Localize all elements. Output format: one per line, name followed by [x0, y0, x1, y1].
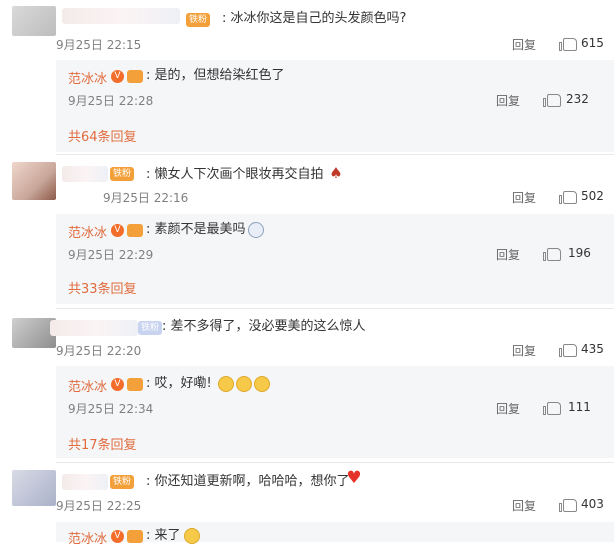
- thumbs-up-icon[interactable]: [543, 402, 561, 415]
- reply-button[interactable]: 回复: [512, 497, 536, 514]
- avatar[interactable]: [12, 470, 56, 506]
- reply-author[interactable]: 范冰冰: [68, 528, 107, 547]
- thumbs-up-icon[interactable]: [559, 38, 577, 51]
- reply-time: 9月25日 22:28: [68, 94, 154, 108]
- comment-4: 铁粉 : 你还知道更新啊，哈哈哈，想你了 ♥ 9月25日 22:25 回复 40…: [0, 466, 614, 547]
- thumbs-up-icon[interactable]: [543, 248, 561, 261]
- reply-text: : 来了: [146, 528, 181, 543]
- heart-emoji-icon: ♥: [346, 468, 362, 488]
- v-icon: V: [111, 378, 124, 391]
- thumbs-up-icon[interactable]: [543, 94, 561, 107]
- reply-button[interactable]: 回复: [496, 400, 520, 417]
- like-count: 196: [568, 246, 591, 260]
- laughing-emoji-icon: [254, 376, 270, 392]
- divider: [56, 154, 614, 155]
- devil-emoji-icon: ♠: [329, 164, 343, 182]
- crown-icon: [127, 378, 143, 391]
- like-count: 403: [581, 497, 604, 511]
- like-count: 615: [581, 36, 604, 50]
- like-count: 435: [581, 342, 604, 356]
- comment-text: : 懒女人下次画个眼妆再交自拍: [146, 167, 324, 182]
- reply-author[interactable]: 范冰冰: [68, 376, 107, 395]
- fan-badge: 铁粉: [186, 13, 211, 27]
- reply-text: : 是的，但想给染红色了: [146, 68, 285, 83]
- reply-button[interactable]: 回复: [512, 342, 536, 359]
- crown-icon: [127, 530, 143, 543]
- crown-icon: [127, 224, 143, 237]
- avatar[interactable]: [12, 162, 56, 200]
- comment-time: 9月25日 22:20: [56, 344, 142, 358]
- comment-time: 9月25日 22:25: [56, 499, 142, 513]
- thumbs-up-icon[interactable]: [559, 191, 577, 204]
- reply-author[interactable]: 范冰冰: [68, 68, 107, 87]
- username-blurred[interactable]: [62, 8, 180, 24]
- shocked-emoji-icon: [248, 222, 264, 238]
- reply-button[interactable]: 回复: [512, 36, 536, 53]
- laughing-emoji-icon: [236, 376, 252, 392]
- more-replies-link[interactable]: 共33条回复: [68, 278, 137, 297]
- fan-badge: 铁粉: [110, 475, 135, 489]
- reply-time: 9月25日 22:29: [68, 248, 154, 262]
- like-count: 232: [566, 92, 589, 106]
- v-icon: V: [111, 70, 124, 83]
- v-icon: V: [111, 530, 124, 543]
- username-blurred[interactable]: [62, 166, 108, 182]
- reply-box: 范冰冰 V : 是的，但想给染红色了 9月25日 22:28 回复 232 共6…: [56, 60, 614, 152]
- reply-text: : 素颜不是最美吗: [146, 222, 246, 237]
- comment-3: 铁粉 : 差不多得了，没必要美的这么惊人 9月25日 22:20 回复 435 …: [0, 312, 614, 460]
- fan-badge: 铁粉: [110, 167, 135, 181]
- comment-text: : 冰冰你这是自己的头发颜色吗?: [222, 11, 407, 26]
- reply-text: : 哎，好嘞!: [146, 376, 212, 391]
- comment-1: 铁粉 : 冰冰你这是自己的头发颜色吗? 9月25日 22:15 回复 615 范…: [0, 0, 614, 152]
- reply-author[interactable]: 范冰冰: [68, 222, 107, 241]
- reply-box: 范冰冰 V : 来了: [56, 522, 614, 547]
- more-replies-link[interactable]: 共17条回复: [68, 434, 137, 453]
- comment-text: : 差不多得了，没必要美的这么惊人: [162, 319, 366, 334]
- divider: [56, 462, 614, 463]
- crown-icon: [127, 70, 143, 83]
- like-count: 111: [568, 400, 591, 414]
- comment-time: 9月25日 22:16: [103, 191, 189, 205]
- reply-box: 范冰冰 V : 素颜不是最美吗 9月25日 22:29 回复 196 共33条回…: [56, 214, 614, 304]
- comment-time: 9月25日 22:15: [56, 38, 142, 52]
- like-count: 502: [581, 189, 604, 203]
- thumbs-up-icon[interactable]: [559, 344, 577, 357]
- reply-button[interactable]: 回复: [496, 92, 520, 109]
- v-icon: V: [111, 224, 124, 237]
- username-blurred[interactable]: [50, 320, 138, 336]
- laughing-emoji-icon: [218, 376, 234, 392]
- username-blurred[interactable]: [62, 474, 108, 490]
- reply-button[interactable]: 回复: [496, 246, 520, 263]
- comment-2: 铁粉 : 懒女人下次画个眼妆再交自拍 ♠ 9月25日 22:16 回复 502 …: [0, 158, 614, 304]
- thumbs-up-icon[interactable]: [559, 499, 577, 512]
- reply-button[interactable]: 回复: [512, 189, 536, 206]
- reply-time: 9月25日 22:34: [68, 402, 154, 416]
- avatar[interactable]: [12, 6, 56, 36]
- fan-badge: 铁粉: [138, 321, 163, 335]
- more-replies-link[interactable]: 共64条回复: [68, 126, 137, 145]
- comment-text: : 你还知道更新啊，哈哈哈，想你了: [146, 474, 350, 489]
- divider: [56, 308, 614, 309]
- reply-box: 范冰冰 V : 哎，好嘞! 9月25日 22:34 回复 111 共17条回复: [56, 366, 614, 458]
